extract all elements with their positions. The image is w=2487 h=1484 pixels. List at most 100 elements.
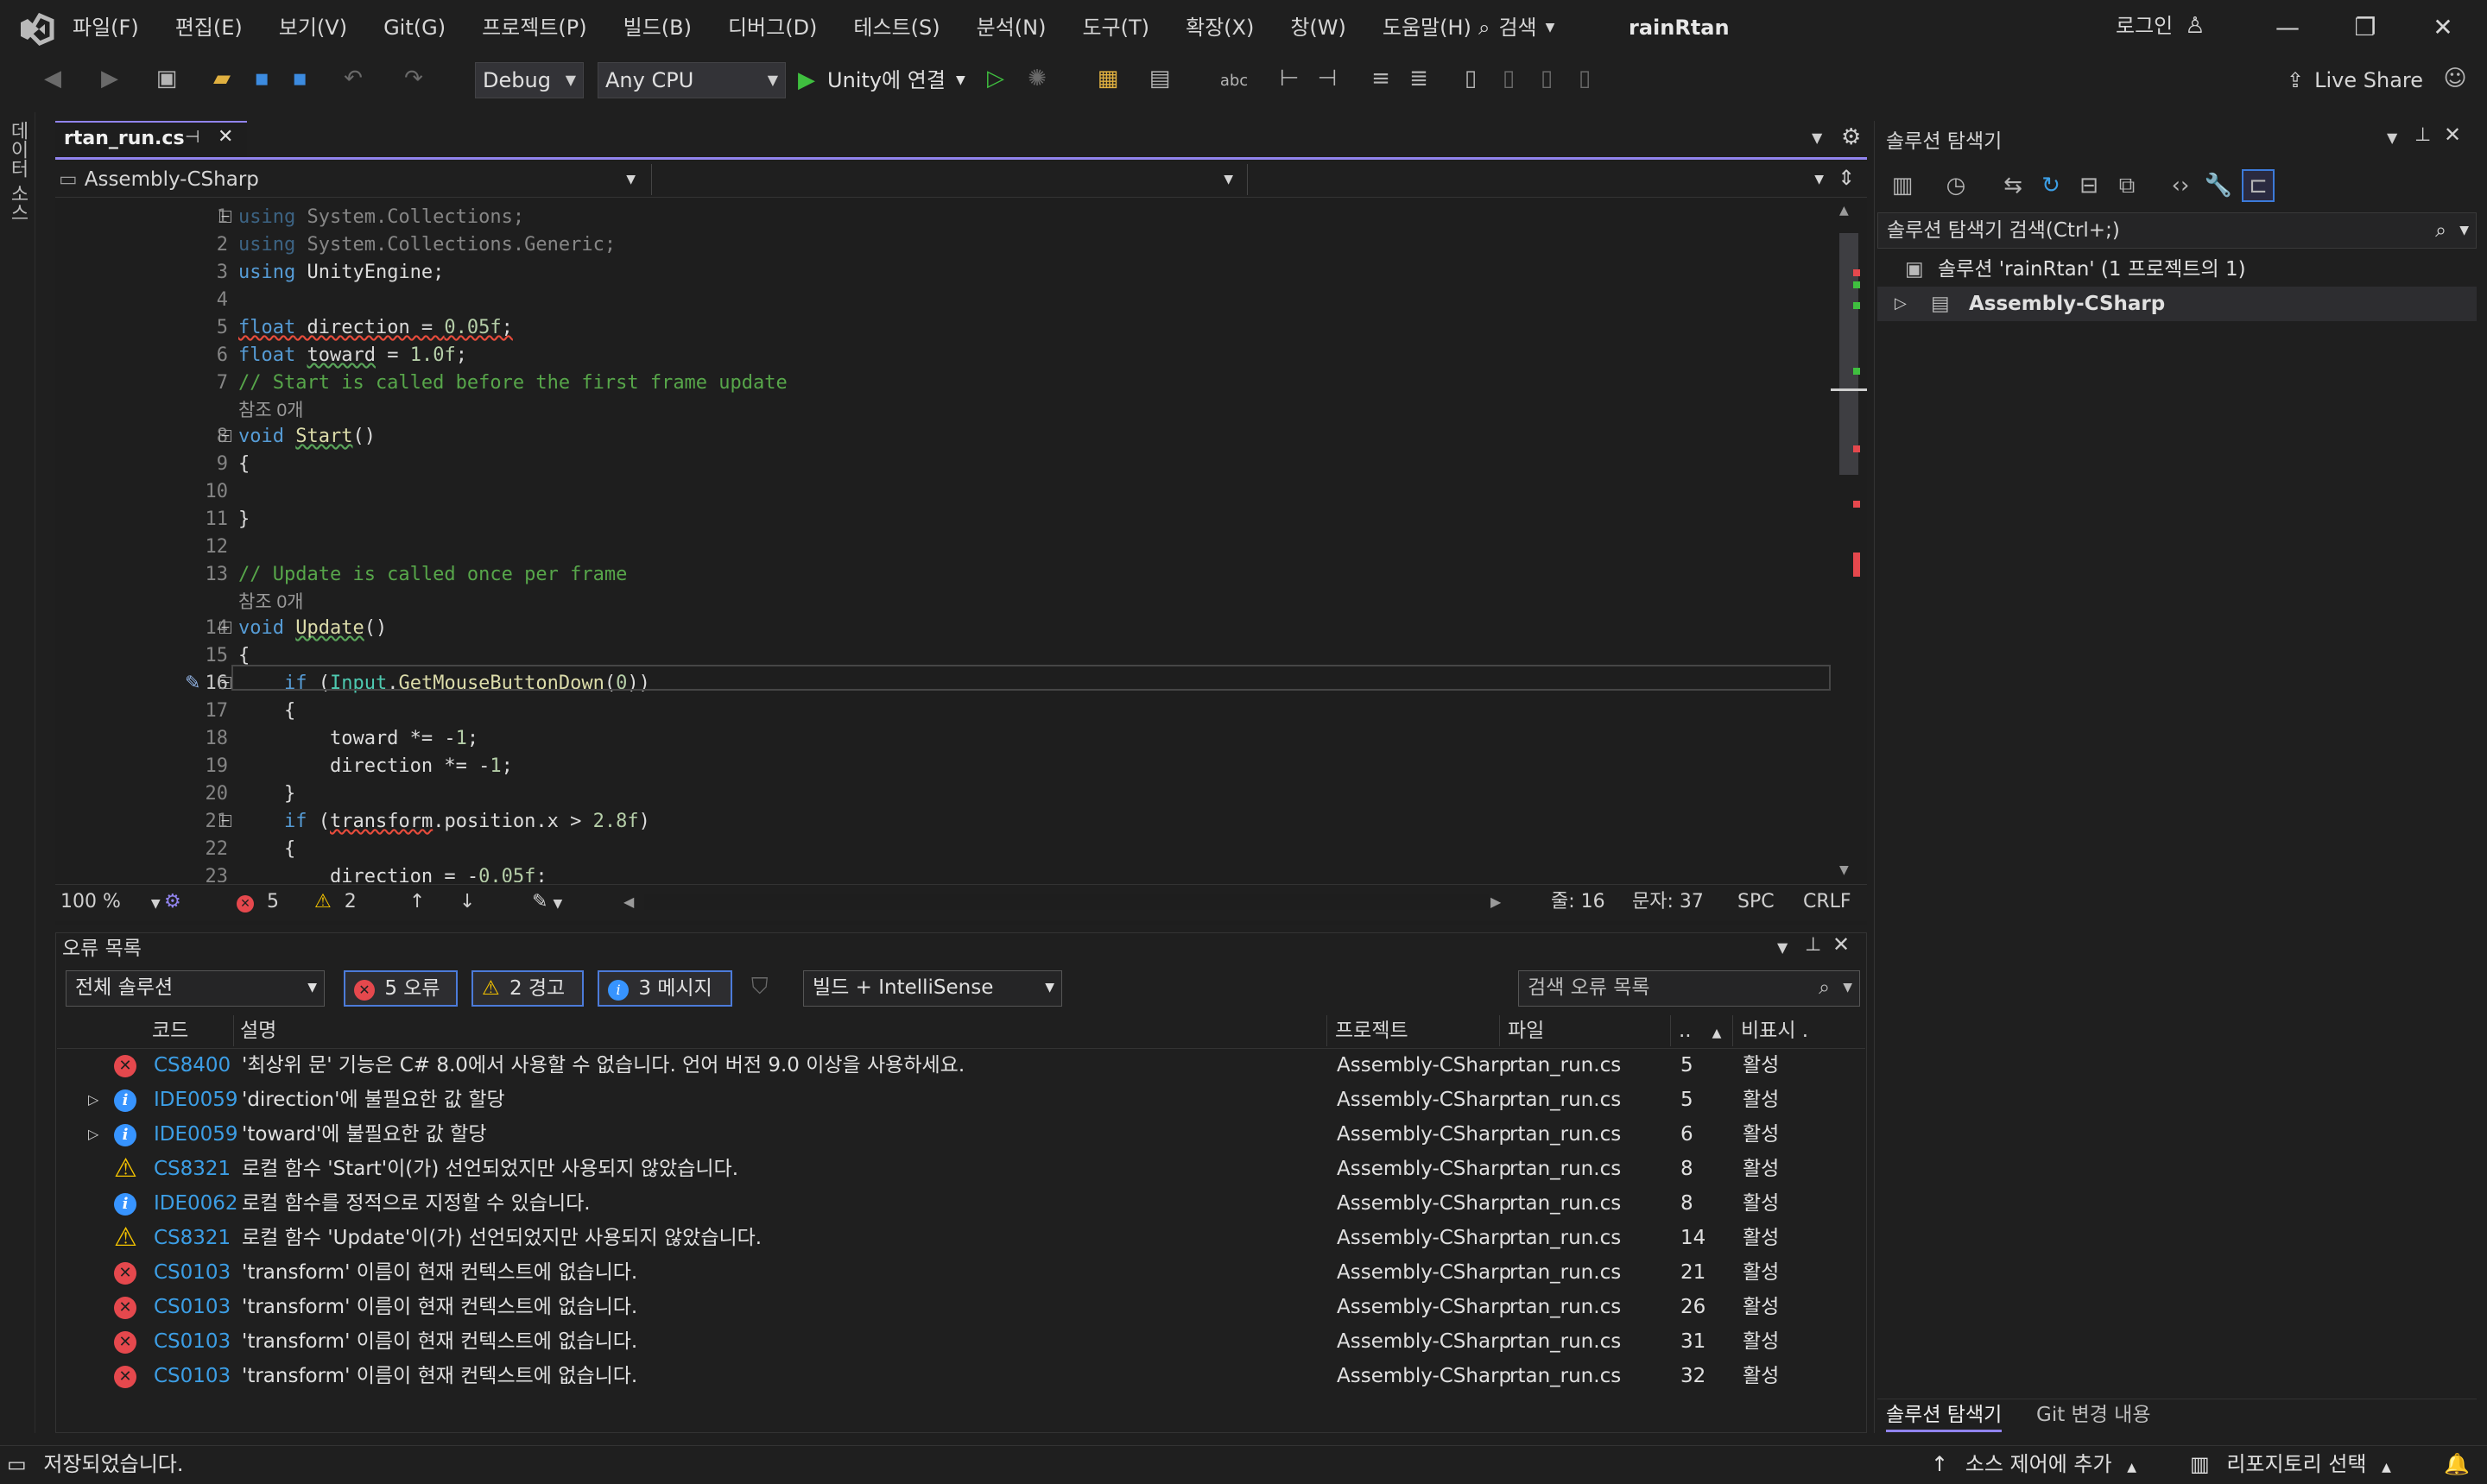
- line-indicator[interactable]: 줄: 16: [1551, 889, 1605, 915]
- minimize-button[interactable]: —: [2249, 0, 2326, 55]
- scroll-up-icon[interactable]: ▲: [1839, 204, 1849, 218]
- error-list-row[interactable]: ✕ CS0103 'transform' 이름이 현재 컨텍스트에 없습니다. Ass…: [57, 1324, 1865, 1359]
- error-list-search-input[interactable]: 검색 오류 목록 ⌕ ▼: [1518, 970, 1860, 1007]
- messages-filter-toggle[interactable]: i 3 메시지: [598, 970, 732, 1007]
- fold-toggle-icon[interactable]: −: [219, 677, 231, 689]
- forward-nav-button[interactable]: ▶: [95, 64, 124, 93]
- properties-button[interactable]: 🔧: [2204, 171, 2233, 200]
- error-list-row[interactable]: ⚠ CS8321 로컬 함수 'Start'이(가) 선언되었지만 사용되지 않았습…: [57, 1152, 1865, 1186]
- close-panel-button[interactable]: ✕: [1832, 932, 1850, 957]
- error-list-row[interactable]: ✕ CS0103 'transform' 이름이 현재 컨텍스트에 없습니다. Ass…: [57, 1290, 1865, 1324]
- menu-item[interactable]: 분석(N): [966, 0, 1057, 55]
- error-list-row[interactable]: ✕ CS0103 'transform' 이름이 현재 컨텍스트에 없습니다. Ass…: [57, 1359, 1865, 1393]
- code-cleanup-button[interactable]: ✎ ▼: [532, 889, 562, 915]
- cell-code[interactable]: CS0103: [154, 1324, 231, 1359]
- pin-panel-button[interactable]: ⊥: [1805, 934, 1821, 956]
- view-code-button[interactable]: ‹›: [2166, 171, 2195, 200]
- code-line[interactable]: 6 float toward = 1.0f;: [55, 342, 1831, 369]
- bookmark-button[interactable]: ▯: [1456, 64, 1485, 93]
- code-line[interactable]: 2 using System.Collections.Generic;: [55, 231, 1831, 259]
- menu-item[interactable]: Git(G): [373, 0, 456, 55]
- column-header-suppression[interactable]: 비표시 .: [1741, 1015, 1808, 1046]
- hot-reload-button[interactable]: ✺: [1022, 64, 1052, 93]
- menu-item[interactable]: 빌드(B): [613, 0, 702, 55]
- menu-item[interactable]: 보기(V): [269, 0, 358, 55]
- next-issue-button[interactable]: ↓: [459, 889, 475, 915]
- error-list-row[interactable]: ▷ i IDE0059'direction'에 불필요한 값 할당 Assembly-…: [57, 1083, 1865, 1117]
- code-line[interactable]: 1− using System.Collections;: [55, 204, 1831, 231]
- sync-button[interactable]: ⇆: [1998, 171, 2028, 200]
- quick-actions-icon[interactable]: ✎: [185, 670, 200, 698]
- fold-toggle-icon[interactable]: −: [219, 430, 231, 442]
- redo-button[interactable]: ↷: [399, 64, 428, 93]
- close-panel-button[interactable]: ✕: [2444, 123, 2461, 147]
- code-line[interactable]: 20 }: [55, 780, 1831, 808]
- cell-code[interactable]: CS0103: [154, 1255, 231, 1290]
- live-share-button[interactable]: ⇪ Live Share: [2287, 62, 2423, 98]
- column-header-project[interactable]: 프로젝트: [1335, 1015, 1408, 1046]
- new-project-button[interactable]: ▣: [152, 64, 181, 93]
- code-line[interactable]: 19 direction *= -1;: [55, 753, 1831, 780]
- cell-code[interactable]: CS8400: [154, 1048, 231, 1083]
- tab-solution-explorer[interactable]: 솔루션 탐색기: [1886, 1400, 2003, 1432]
- warnings-filter-toggle[interactable]: ⚠ 2 경고: [471, 970, 584, 1007]
- collapse-all-button[interactable]: ⊟: [2074, 171, 2104, 200]
- project-nav-select[interactable]: ▭ Assembly-CSharp ▼: [59, 164, 642, 195]
- type-nav-select[interactable]: ▼: [656, 164, 1240, 195]
- cell-code[interactable]: IDE0062: [154, 1186, 238, 1221]
- column-header-file[interactable]: 파일: [1508, 1015, 1544, 1046]
- solution-node[interactable]: ▣ 솔루션 'rainRtan' (1 프로젝트의 1): [1877, 252, 2477, 287]
- close-window-button[interactable]: ✕: [2404, 0, 2482, 55]
- column-indicator[interactable]: 문자: 37: [1632, 889, 1704, 915]
- platform-select[interactable]: Any CPU ▼: [598, 62, 786, 98]
- pin-tab-icon[interactable]: ⊣: [185, 126, 199, 147]
- editor-error-count[interactable]: ✕ 5: [237, 889, 279, 915]
- back-nav-button[interactable]: ◀: [38, 64, 67, 93]
- pin-panel-button[interactable]: ⊥: [2414, 124, 2431, 146]
- split-editor-button[interactable]: ⇕: [1838, 166, 1855, 190]
- column-header-line[interactable]: .. ▲: [1679, 1015, 1721, 1046]
- undo-button[interactable]: ↶: [339, 64, 368, 93]
- code-line[interactable]: 14− void Update(): [55, 615, 1831, 642]
- menu-item[interactable]: 창(W): [1280, 0, 1357, 55]
- close-tab-button[interactable]: ✕: [218, 126, 233, 148]
- prev-bookmark-button[interactable]: ▯: [1494, 64, 1523, 93]
- login-button[interactable]: 로그인 ♙: [2116, 9, 2205, 43]
- error-list-row[interactable]: ▷ i IDE0059'toward'에 불필요한 값 할당 Assembly-CSh…: [57, 1117, 1865, 1152]
- prev-issue-button[interactable]: ↑: [409, 889, 425, 915]
- expand-icon[interactable]: ▷: [88, 1083, 98, 1117]
- code-line[interactable]: 18 toward *= -1;: [55, 725, 1831, 753]
- zoom-select[interactable]: 100 % ▼: [60, 889, 161, 915]
- column-header-description[interactable]: 설명: [240, 1015, 276, 1046]
- fold-toggle-icon[interactable]: −: [219, 211, 231, 223]
- editor-warning-count[interactable]: ⚠ 2: [314, 889, 357, 915]
- attach-unity-button[interactable]: ▶ Unity에 연결 ▼: [798, 62, 965, 98]
- cell-code[interactable]: IDE0059: [154, 1083, 238, 1117]
- show-all-files-button[interactable]: ⧉: [2112, 171, 2142, 200]
- column-header-code[interactable]: 코드: [152, 1015, 188, 1046]
- horizontal-scrollbar[interactable]: [644, 894, 1489, 910]
- feedback-button[interactable]: ☺: [2440, 64, 2470, 93]
- code-line[interactable]: 17 {: [55, 698, 1831, 725]
- menu-item[interactable]: 확장(X): [1175, 0, 1264, 55]
- error-list-row[interactable]: ✕ CS8400 '최상위 문' 기능은 C# 8.0에서 사용할 수 없습니다. …: [57, 1048, 1865, 1083]
- build-source-select[interactable]: 빌드 + IntelliSense ▼: [803, 970, 1062, 1007]
- menu-item[interactable]: 도움말(H): [1372, 0, 1482, 55]
- panel-options-button[interactable]: ▼: [1777, 939, 1788, 956]
- cell-code[interactable]: CS8321: [154, 1152, 231, 1186]
- code-line[interactable]: 3 using UnityEngine;: [55, 259, 1831, 287]
- code-line[interactable]: 23 direction = -0.05f;: [55, 863, 1831, 882]
- menu-item[interactable]: 테스트(S): [843, 0, 950, 55]
- notifications-button[interactable]: 🔔: [2444, 1449, 2470, 1480]
- expand-icon[interactable]: ▷: [88, 1117, 98, 1152]
- select-repository-button[interactable]: ▥ 리포지토리 선택 ▲: [2190, 1449, 2391, 1480]
- codelens-reference[interactable]: 참조 0개: [55, 397, 1831, 423]
- scroll-down-icon[interactable]: ▼: [1839, 863, 1849, 877]
- save-button[interactable]: ▪: [247, 64, 276, 93]
- project-node[interactable]: ▷ ▤ Assembly-CSharp: [1877, 287, 2477, 321]
- cell-code[interactable]: IDE0059: [154, 1117, 238, 1152]
- cell-code[interactable]: CS0103: [154, 1359, 231, 1393]
- hscroll-right-icon[interactable]: ▶: [1490, 889, 1501, 915]
- scope-select[interactable]: 전체 솔루션 ▼: [66, 970, 325, 1007]
- comment-button[interactable]: ≡: [1366, 64, 1395, 93]
